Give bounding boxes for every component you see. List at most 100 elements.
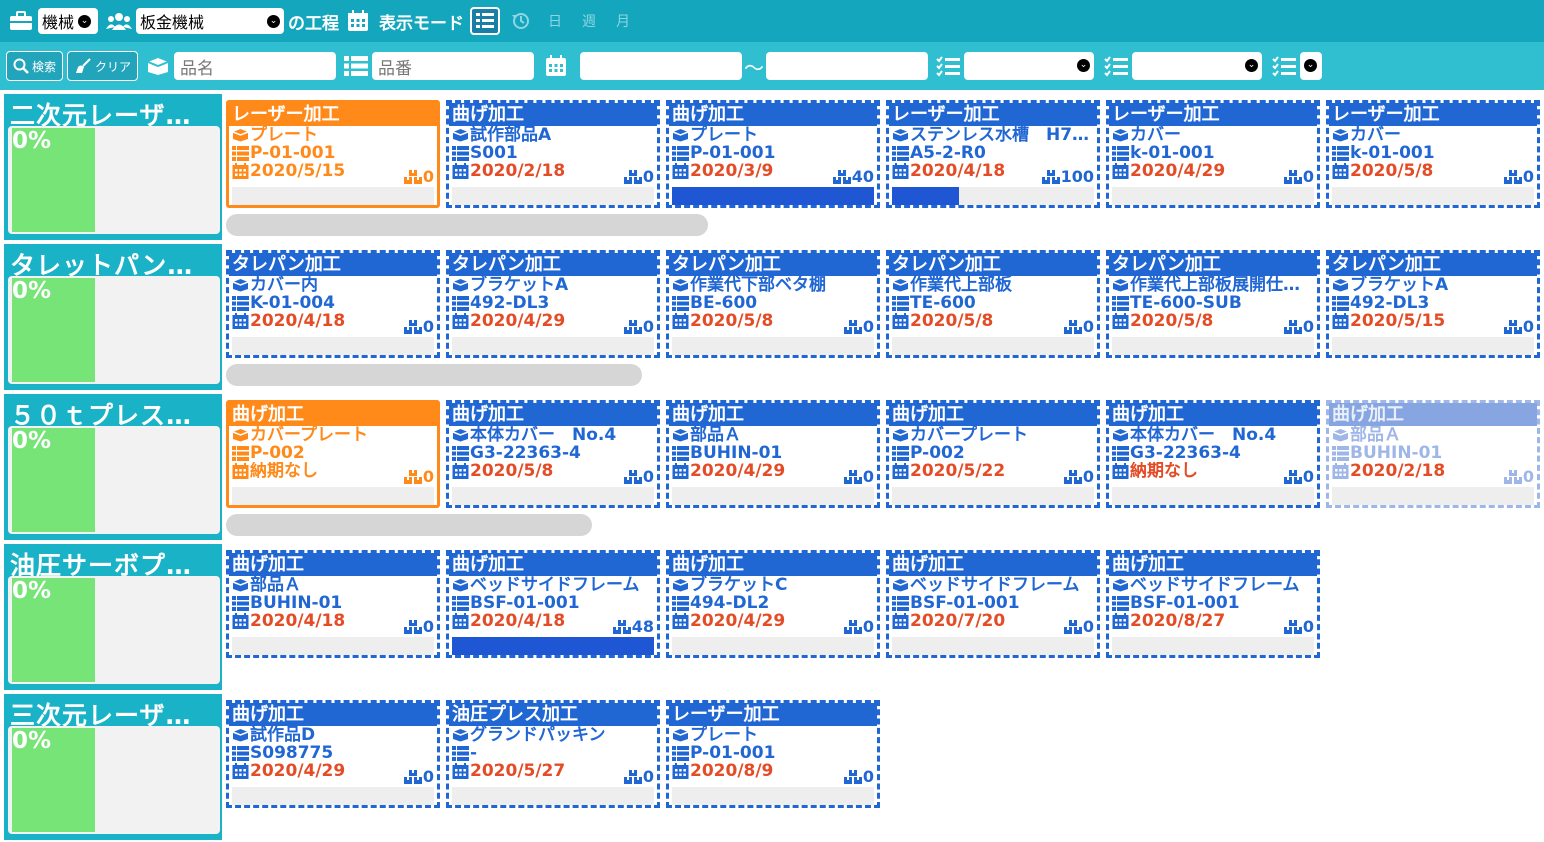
- machine-load-panel: 0%: [8, 576, 220, 684]
- lane-scrollbar[interactable]: [226, 364, 642, 386]
- job-card[interactable]: レーザー加工 カバー k-01-001 2020/4/29 0: [1106, 100, 1320, 208]
- calendar-icon: [452, 313, 470, 329]
- calendar-icon: [1112, 313, 1130, 329]
- category-select[interactable]: 機械 ⌄: [38, 8, 98, 34]
- job-lane: 曲げ加工 カバープレート P-002 納期なし 0 曲げ加工 本体カバー No.…: [222, 394, 1544, 540]
- calendar-icon: [892, 313, 909, 329]
- box-icon: [232, 729, 249, 742]
- job-due-date: 2020/2/18: [1350, 462, 1446, 480]
- day-view-button[interactable]: 日: [548, 11, 562, 31]
- job-due-date: 2020/5/27: [470, 762, 566, 780]
- search-button[interactable]: 検索: [6, 51, 64, 81]
- job-item-code-line: BE-600: [669, 294, 877, 312]
- job-card[interactable]: 曲げ加工 試作部品A S001 2020/2/18 0: [446, 100, 660, 208]
- job-card[interactable]: 曲げ加工 ベッドサイドフレーム BSF-01-001 2020/7/20 0: [886, 550, 1100, 658]
- job-quantity: 0: [403, 467, 434, 486]
- box-icon: [892, 578, 910, 592]
- machine-header[interactable]: ５０ｔプレス… 0%: [4, 394, 222, 540]
- job-card[interactable]: 曲げ加工 本体カバー No.4 G3-22363-4 2020/5/8 0: [446, 400, 660, 508]
- machine-header[interactable]: 三次元レーザ… 0%: [4, 694, 222, 840]
- list-icon: [232, 295, 249, 311]
- job-item-name-line: グランドパッキン: [449, 726, 657, 744]
- job-card[interactable]: 曲げ加工 ブラケットC 494-DL2 2020/4/29 0: [666, 550, 880, 658]
- job-card[interactable]: 曲げ加工 カバープレート P-002 2020/5/22 0: [886, 400, 1100, 508]
- filter-select-1[interactable]: ⌄: [964, 52, 1095, 80]
- job-item-code: BUHIN-01: [1350, 444, 1443, 462]
- box-icon: [672, 129, 689, 142]
- job-item-name-line: 本体カバー No.4: [449, 426, 657, 444]
- job-card[interactable]: タレパン加工 カバー内 K-01-004 2020/4/18 0: [226, 250, 440, 358]
- boxes-icon: [1283, 469, 1302, 484]
- job-card[interactable]: タレパン加工 ブラケットA 492-DL3 2020/4/29 0: [446, 250, 660, 358]
- machine-header[interactable]: タレットパン… 0%: [4, 244, 222, 390]
- job-item-code-line: P-01-001: [229, 144, 437, 162]
- calendar-icon: [232, 613, 250, 629]
- list-icon: [342, 52, 370, 80]
- job-lane: 曲げ加工 部品Ａ BUHIN-01 2020/4/18 0 曲げ加工 ベッドサイ…: [222, 544, 1544, 690]
- job-card[interactable]: タレパン加工 ブラケットA 492-DL3 2020/5/15 0: [1326, 250, 1540, 358]
- boxes-icon: [843, 319, 862, 334]
- job-quantity: 0: [1063, 617, 1094, 636]
- lane-scrollbar[interactable]: [226, 214, 708, 236]
- job-item-name-line: 部品Ａ: [669, 426, 877, 444]
- list-view-button[interactable]: [470, 7, 500, 35]
- month-view-button[interactable]: 月: [616, 11, 630, 31]
- job-card[interactable]: 曲げ加工 試作品D S098775 2020/4/29 0: [226, 700, 440, 808]
- job-quantity-value: 0: [1522, 467, 1534, 486]
- box-icon: [672, 428, 690, 442]
- job-card[interactable]: 曲げ加工 部品Ａ BUHIN-01 2020/4/29 0: [666, 400, 880, 508]
- job-card[interactable]: レーザー加工 ステンレス水槽 H7… A5-2-R0 2020/4/18 100: [886, 100, 1100, 208]
- filter-select-2[interactable]: ⌄: [1132, 52, 1263, 80]
- boxes-icon: [843, 619, 863, 634]
- boxes-icon: [612, 619, 631, 634]
- item-name-input[interactable]: 品名: [174, 52, 337, 80]
- job-due-date: 2020/4/29: [470, 312, 566, 330]
- date-from-input[interactable]: [580, 52, 743, 80]
- job-item-name-line: プレート: [229, 126, 437, 144]
- box-icon: [452, 579, 469, 592]
- job-card[interactable]: レーザー加工 プレート P-01-001 2020/5/15 0: [226, 100, 440, 208]
- calendar-icon: [892, 613, 910, 629]
- job-process: レーザー加工: [889, 103, 1097, 126]
- team-select[interactable]: 板金機械 ⌄: [136, 8, 284, 34]
- date-to-input[interactable]: [766, 52, 929, 80]
- job-card[interactable]: タレパン加工 作業代上部板 TE-600 2020/5/8 0: [886, 250, 1100, 358]
- boxes-icon: [403, 319, 423, 334]
- job-card[interactable]: 曲げ加工 部品Ａ BUHIN-01 2020/2/18 0: [1326, 400, 1540, 508]
- job-card[interactable]: タレパン加工 作業代上部板展開仕… TE-600-SUB 2020/5/8 0: [1106, 250, 1320, 358]
- job-card[interactable]: 曲げ加工 本体カバー No.4 G3-22363-4 納期なし 0: [1106, 400, 1320, 508]
- job-card[interactable]: 曲げ加工 ベッドサイドフレーム BSF-01-001 2020/8/27 0: [1106, 550, 1320, 658]
- item-name-placeholder: 品名: [180, 58, 215, 79]
- job-card[interactable]: 油圧プレス加工 グランドパッキン - 2020/5/27 0: [446, 700, 660, 808]
- job-item-name: ベッドサイドフレーム: [470, 576, 640, 594]
- job-card[interactable]: タレパン加工 作業代下部ベタ棚 BE-600 2020/5/8 0: [666, 250, 880, 358]
- week-view-button[interactable]: 週: [582, 11, 596, 31]
- job-card[interactable]: 曲げ加工 ベッドサイドフレーム BSF-01-001 2020/4/18 48: [446, 550, 660, 658]
- job-card[interactable]: 曲げ加工 カバープレート P-002 納期なし 0: [226, 400, 440, 508]
- job-quantity: 0: [1063, 317, 1094, 336]
- box-icon: [672, 128, 690, 142]
- filter-select-3[interactable]: ⌄: [1300, 52, 1323, 80]
- list-icon: [232, 295, 250, 311]
- job-card[interactable]: レーザー加工 カバー k-01-001 2020/5/8 0: [1326, 100, 1540, 208]
- job-item-code-line: 494-DL2: [669, 594, 877, 612]
- clear-button[interactable]: クリア: [67, 51, 139, 81]
- calendar-icon: [452, 613, 470, 629]
- history-icon[interactable]: [508, 8, 534, 34]
- machine-header[interactable]: 油圧サーボプ… 0%: [4, 544, 222, 690]
- job-process: 曲げ加工: [669, 553, 877, 576]
- job-card[interactable]: レーザー加工 プレート P-01-001 2020/8/9 0: [666, 700, 880, 808]
- lane-scrollbar[interactable]: [226, 514, 592, 536]
- job-card[interactable]: 曲げ加工 プレート P-01-001 2020/3/9 40: [666, 100, 880, 208]
- job-quantity-value: 0: [862, 617, 874, 636]
- job-item-name: 部品Ａ: [1350, 426, 1401, 444]
- item-number-input[interactable]: 品番: [372, 52, 535, 80]
- job-quantity-value: 0: [1082, 317, 1094, 336]
- machine-header[interactable]: 二次元レーザ… 0%: [4, 94, 222, 240]
- box-icon: [892, 579, 909, 592]
- job-card[interactable]: 曲げ加工 部品Ａ BUHIN-01 2020/4/18 0: [226, 550, 440, 658]
- boxes-icon: [1283, 469, 1303, 484]
- box-icon: [1112, 429, 1129, 442]
- list-icon: [452, 145, 470, 161]
- boxes-icon: [1063, 469, 1083, 484]
